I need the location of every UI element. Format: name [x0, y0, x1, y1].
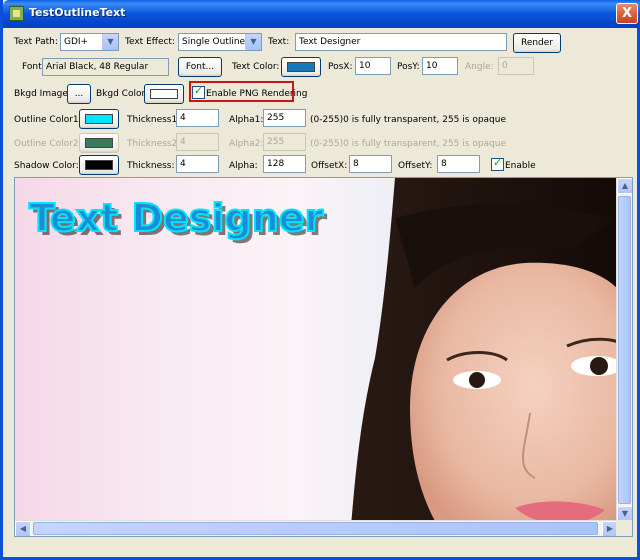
bkgd-color-label: Bkgd Color: — [96, 89, 149, 99]
chevron-down-icon[interactable]: ▼ — [245, 34, 261, 50]
bkgd-color-button[interactable] — [144, 84, 184, 104]
shadow-color-button[interactable] — [79, 155, 119, 175]
alpha2-input: 255 — [263, 133, 306, 151]
shadow-thickness-input[interactable]: 4 — [176, 155, 219, 173]
outline-color2-button — [79, 133, 119, 153]
offsetx-label: OffsetX: — [311, 161, 348, 171]
close-icon: X — [621, 6, 633, 21]
vertical-scroll-thumb[interactable] — [618, 196, 631, 504]
horizontal-scroll-thumb[interactable] — [33, 522, 598, 535]
text-path-select[interactable]: GDI+ ▼ — [60, 33, 119, 51]
text-path-value: GDI+ — [64, 37, 89, 47]
offsetx-input[interactable]: 8 — [349, 155, 392, 173]
shadow-color-swatch — [85, 160, 113, 170]
window-title: TestOutlineText — [29, 6, 126, 19]
posx-input[interactable]: 10 — [355, 57, 391, 75]
outline-color1-label: Outline Color1: — [14, 115, 82, 125]
text-color-swatch — [287, 62, 315, 72]
scroll-up-icon[interactable]: ▲ — [617, 178, 632, 194]
text-effect-select[interactable]: Single Outline ▼ — [178, 33, 262, 51]
title-bar[interactable]: TestOutlineText X — [3, 0, 640, 28]
thickness1-label: Thickness1: — [127, 115, 181, 125]
thickness2-input: 4 — [176, 133, 219, 151]
chevron-down-icon[interactable]: ▼ — [102, 34, 118, 50]
scroll-corner — [616, 520, 632, 536]
text-label: Text: — [268, 37, 290, 47]
shadow-enable-checkbox[interactable] — [491, 156, 504, 171]
outline-color1-swatch — [85, 114, 113, 124]
bkgd-image-label: Bkgd Image: — [14, 89, 71, 99]
alpha1-label: Alpha1: — [229, 115, 264, 125]
shadow-enable-label: Enable — [505, 161, 536, 171]
posy-label: PosY: — [397, 62, 420, 72]
posy-input[interactable]: 10 — [422, 57, 458, 75]
thickness1-input[interactable]: 4 — [176, 109, 219, 127]
outline-color2-label: Outline Color2: — [14, 139, 82, 149]
bkgd-color-swatch — [150, 89, 178, 99]
render-button[interactable]: Render — [513, 33, 561, 53]
shadow-thickness-label: Thickness: — [127, 161, 175, 171]
text-effect-label: Text Effect: — [125, 37, 175, 47]
text-color-label: Text Color: — [232, 62, 280, 72]
scroll-left-icon[interactable]: ◀ — [15, 521, 31, 536]
outline-color2-swatch — [85, 138, 113, 148]
app-window: TestOutlineText X Text Path: GDI+ ▼ Text… — [0, 0, 640, 560]
horizontal-scrollbar[interactable]: ◀ ▶ — [15, 520, 618, 536]
png-rendering-label: Enable PNG Rendering — [206, 89, 308, 99]
browse-image-button[interactable]: ... — [67, 84, 91, 104]
shadow-alpha-label: Alpha: — [229, 161, 258, 171]
preview-canvas: Text Designer ▲ ▼ ◀ ▶ — [14, 177, 633, 537]
font-display: Arial Black, 48 Regular — [42, 58, 169, 76]
angle-label: Angle: — [465, 62, 494, 72]
vertical-scrollbar[interactable]: ▲ ▼ — [616, 178, 632, 522]
angle-input: 0 — [498, 57, 534, 75]
font-button[interactable]: Font... — [178, 57, 222, 77]
app-icon — [9, 6, 24, 21]
text-input[interactable]: Text Designer — [295, 33, 507, 51]
offsety-input[interactable]: 8 — [437, 155, 480, 173]
outline-color1-button[interactable] — [79, 109, 119, 129]
alpha1-input[interactable]: 255 — [263, 109, 306, 127]
offsety-label: OffsetY: — [398, 161, 433, 171]
alpha2-label: Alpha2: — [229, 139, 264, 149]
alpha2-hint: (0-255)0 is fully transparent, 255 is op… — [310, 139, 507, 149]
text-effect-value: Single Outline — [182, 37, 246, 47]
text-path-label: Text Path: — [14, 37, 58, 47]
thickness2-label: Thickness2: — [127, 139, 181, 149]
posx-label: PosX: — [328, 62, 353, 72]
alpha1-hint: (0-255)0 is fully transparent, 255 is op… — [310, 115, 507, 125]
close-button[interactable]: X — [616, 3, 638, 24]
text-color-button[interactable] — [281, 57, 321, 77]
shadow-alpha-input[interactable]: 128 — [263, 155, 306, 173]
shadow-color-label: Shadow Color: — [14, 161, 79, 171]
png-rendering-checkbox[interactable] — [192, 84, 205, 99]
rendered-text: Text Designer — [28, 195, 324, 241]
